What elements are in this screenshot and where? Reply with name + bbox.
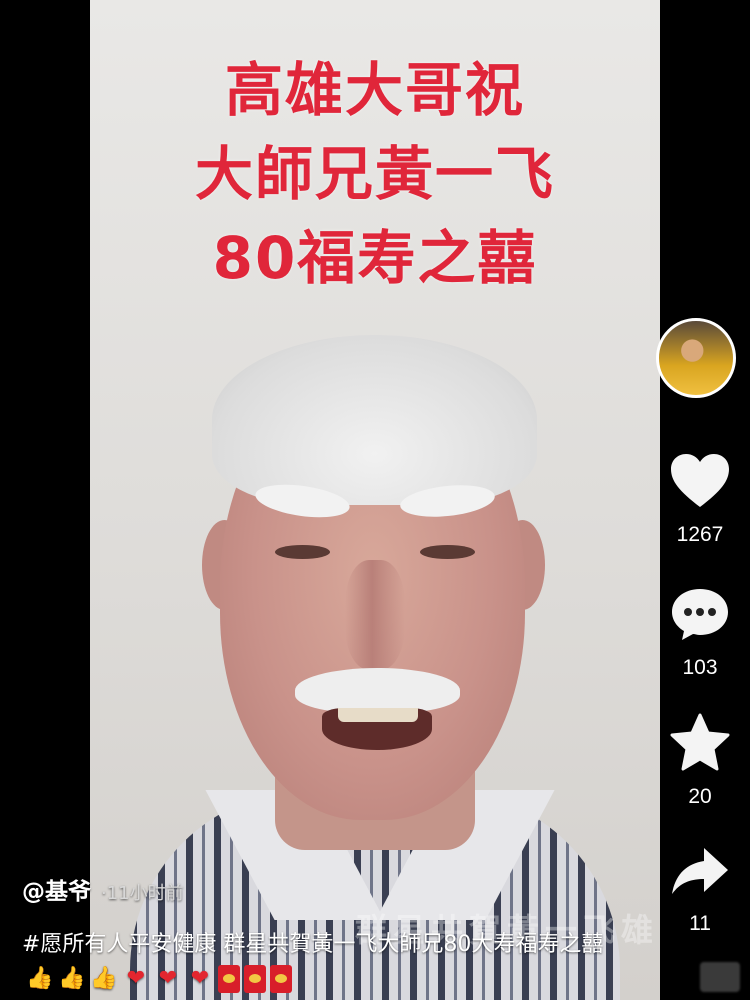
mustache (295, 668, 460, 713)
red-envelope-icon (270, 965, 292, 993)
hair (212, 335, 537, 505)
author-line: @基爷 ·11小时前 (22, 876, 662, 910)
video-player[interactable]: 群星共賀黃一飞雄 高雄大哥祝 大師兄黃一飞 80福寿之囍 1267 103 20… (0, 0, 750, 1000)
video-caption: @基爷 ·11小时前 #愿所有人平安健康 群星共賀黃一飞大師兄80大寿福寿之囍 👍… (22, 876, 662, 996)
heart-emoji-icon: ❤ (158, 966, 178, 991)
description-text: #愿所有人平安健康 群星共賀黃一飞大師兄80大寿福寿之囍 (22, 932, 604, 957)
author-handle[interactable]: @基爷 (22, 879, 91, 905)
nose (345, 560, 405, 670)
thumbs-up-icon: 👍 (26, 966, 54, 991)
like-button[interactable]: 1267 (650, 453, 750, 547)
heart-icon (671, 454, 729, 507)
red-envelope-icon (244, 965, 266, 993)
comment-icon (672, 589, 728, 640)
author-avatar[interactable] (656, 318, 736, 398)
blurred-corner-element (700, 962, 740, 992)
teeth (338, 708, 418, 722)
thumbs-up-icon: 👍 (58, 966, 86, 991)
red-envelope-icon (218, 965, 240, 993)
star-icon (670, 713, 730, 771)
heart-emoji-icon: ❤ (190, 966, 210, 991)
share-button[interactable]: 11 (650, 846, 750, 936)
post-time: ·11小时前 (101, 883, 184, 904)
eye-left (275, 545, 330, 559)
comment-button[interactable]: 103 (650, 586, 750, 680)
eye-right (420, 545, 475, 559)
heart-emoji-icon: ❤ (126, 966, 146, 991)
comment-count: 103 (682, 656, 718, 679)
thumbs-up-icon: 👍 (90, 966, 118, 991)
share-arrow-icon (672, 848, 728, 894)
title-line-2: 大師兄黃一飞 (194, 140, 555, 208)
video-description[interactable]: #愿所有人平安健康 群星共賀黃一飞大師兄80大寿福寿之囍 👍 👍 👍 ❤ ❤ ❤ (22, 928, 662, 996)
title-line-3: 80福寿之囍 (212, 224, 538, 292)
title-line-1: 高雄大哥祝 (224, 56, 525, 124)
emoji-row: 👍 👍 👍 ❤ ❤ ❤ (26, 965, 292, 993)
action-sidebar: 1267 103 20 11 (650, 318, 750, 958)
like-count: 1267 (676, 523, 724, 546)
favorite-count: 20 (688, 785, 712, 808)
share-count: 11 (689, 912, 711, 935)
video-title-overlay: 高雄大哥祝 大師兄黃一飞 80福寿之囍 (100, 48, 650, 300)
favorite-button[interactable]: 20 (650, 713, 750, 809)
